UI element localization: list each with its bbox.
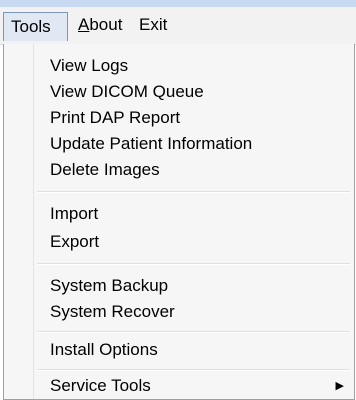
menu-item-label: Update Patient Information xyxy=(50,134,253,153)
menu-item-label: Print DAP Report xyxy=(50,108,181,127)
triangle-right-icon: ▶ xyxy=(335,380,344,392)
menu-item-install-options[interactable]: Install Options xyxy=(4,337,354,363)
menu-item-service-tools[interactable]: Service Tools ▶ xyxy=(4,373,354,399)
menu-about-mnemonic: A xyxy=(78,15,90,34)
menu-item-label: Export xyxy=(50,232,100,251)
menu-separator xyxy=(37,331,350,333)
menu-item-view-logs[interactable]: View Logs xyxy=(4,53,354,79)
menu-tools-label: Tools xyxy=(11,17,51,36)
menu-about[interactable]: About xyxy=(74,12,126,37)
menu-item-label: Import xyxy=(50,204,99,223)
menu-item-label: System Backup xyxy=(50,276,169,295)
window-title-strip xyxy=(0,0,356,7)
menu-item-label: System Recover xyxy=(50,302,175,321)
menu-item-update-patient-information[interactable]: Update Patient Information xyxy=(4,131,354,157)
menu-item-system-recover[interactable]: System Recover xyxy=(4,299,354,325)
menu-exit[interactable]: Exit xyxy=(135,12,171,37)
menu-separator xyxy=(37,369,350,371)
menu-tools[interactable]: Tools xyxy=(3,12,68,41)
tools-dropdown-menu: View Logs View DICOM Queue Print DAP Rep… xyxy=(3,44,355,400)
menu-bar: Tools About Exit xyxy=(0,7,356,45)
menu-item-delete-images[interactable]: Delete Images xyxy=(4,157,354,183)
menu-exit-label: Exit xyxy=(139,15,168,34)
menu-item-export[interactable]: Export xyxy=(4,229,354,255)
menu-item-label: Service Tools xyxy=(50,376,151,395)
menu-item-label: View DICOM Queue xyxy=(50,82,204,101)
menu-item-label: View Logs xyxy=(50,56,129,75)
menu-item-view-dicom-queue[interactable]: View DICOM Queue xyxy=(4,79,354,105)
menu-item-system-backup[interactable]: System Backup xyxy=(4,273,354,299)
menu-about-label-rest: bout xyxy=(89,15,123,34)
menu-item-label: Delete Images xyxy=(50,160,160,179)
menu-item-import[interactable]: Import xyxy=(4,201,354,227)
menu-separator xyxy=(37,191,350,193)
menu-separator xyxy=(37,263,350,265)
menu-item-print-dap-report[interactable]: Print DAP Report xyxy=(4,105,354,131)
menu-item-label: Install Options xyxy=(50,340,158,359)
